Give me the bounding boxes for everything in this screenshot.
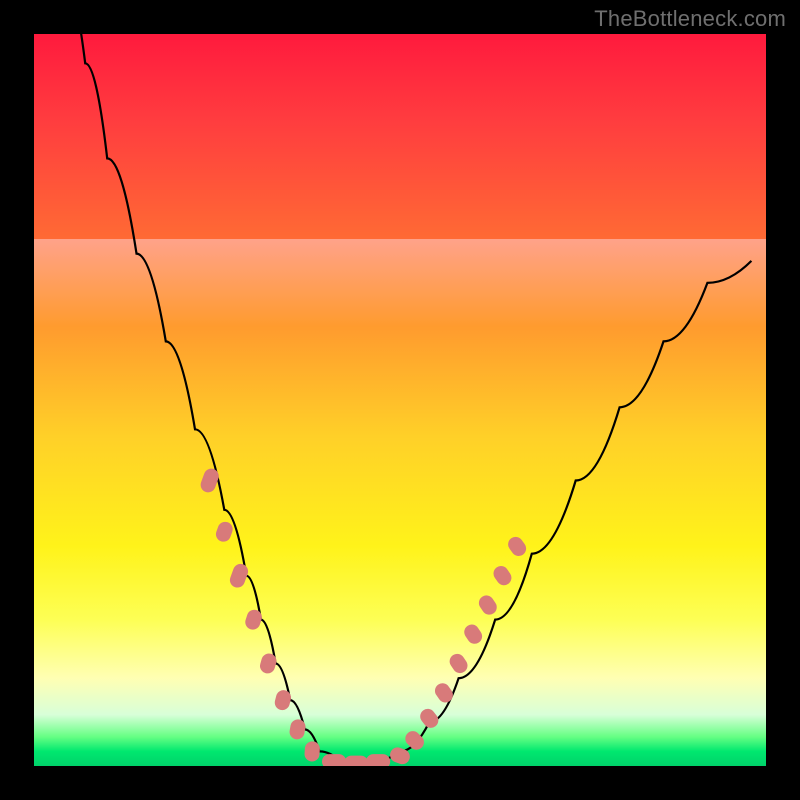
watermark-text: TheBottleneck.com: [594, 6, 786, 32]
bead: [273, 689, 292, 712]
bead: [228, 562, 250, 590]
bead: [288, 718, 306, 740]
bead: [304, 741, 320, 762]
bead: [243, 608, 263, 632]
bead: [491, 563, 515, 588]
bead: [366, 754, 390, 766]
plot-area: [34, 34, 766, 766]
curve-path: [63, 34, 751, 762]
bead: [214, 520, 235, 544]
chart-svg: [34, 34, 766, 766]
bead: [432, 680, 456, 705]
bead: [505, 534, 529, 559]
bead: [447, 651, 471, 676]
bead: [417, 706, 441, 731]
chart-frame: TheBottleneck.com: [0, 0, 800, 800]
bottleneck-curve: [63, 34, 751, 762]
bead: [476, 593, 500, 618]
bead: [344, 756, 368, 766]
bead: [461, 622, 485, 647]
bead: [199, 467, 221, 495]
highlight-beads: [199, 467, 530, 766]
bead: [322, 754, 346, 766]
